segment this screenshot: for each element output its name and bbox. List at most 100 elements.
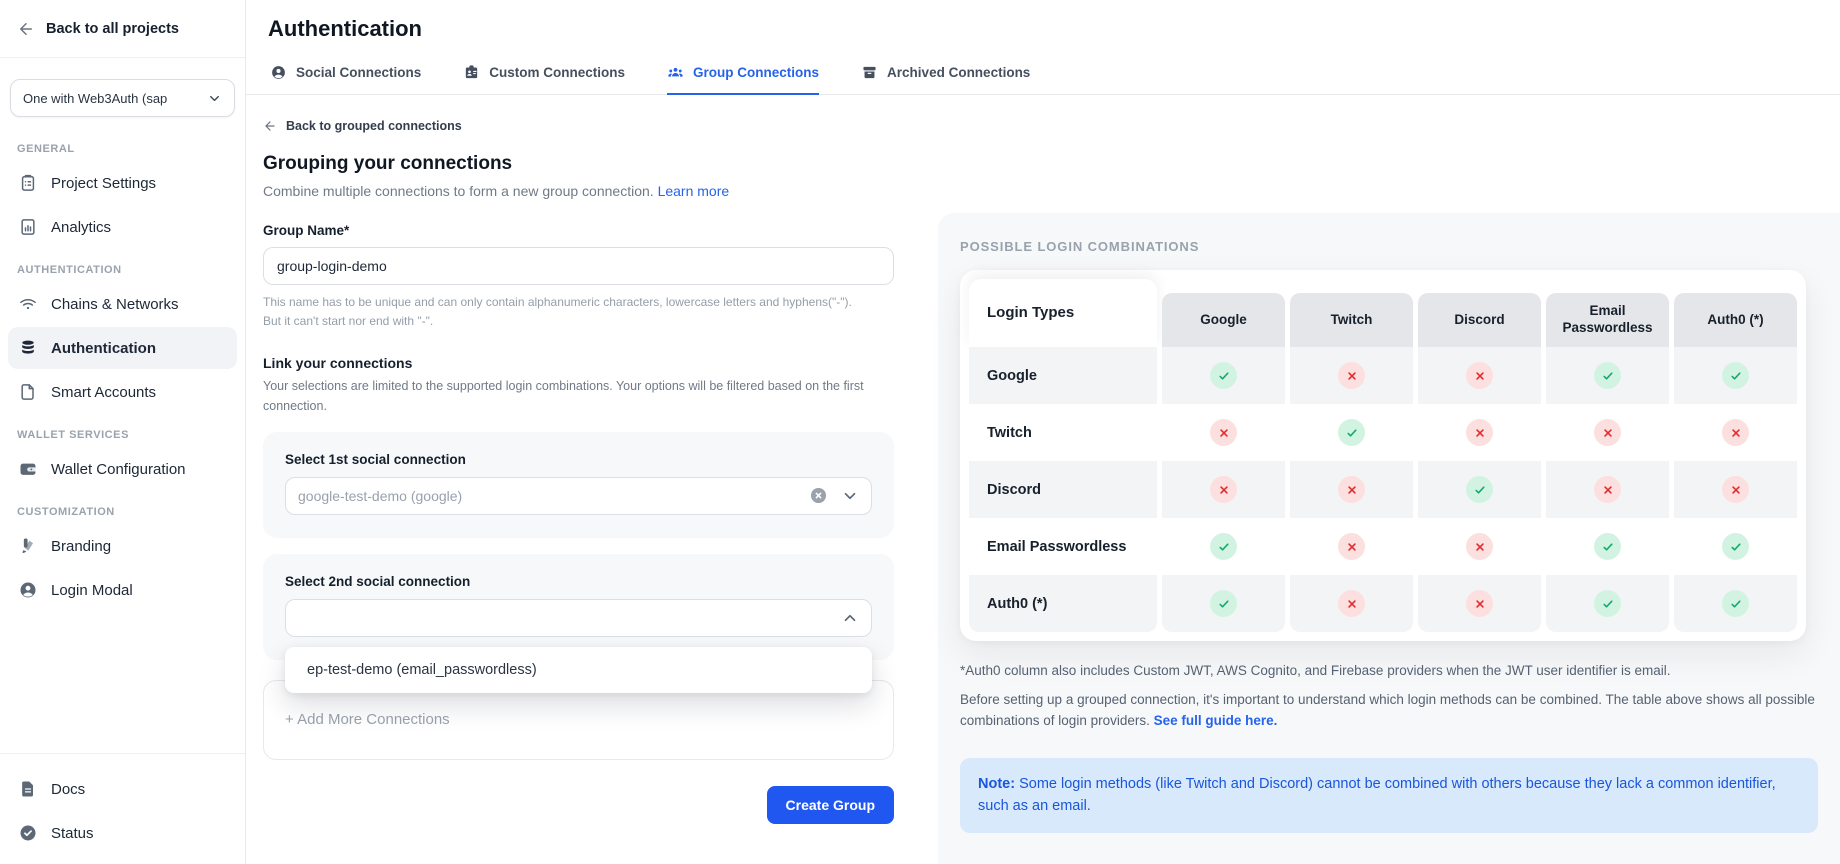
cross-icon [1729, 483, 1743, 497]
combo-cell [1418, 347, 1541, 404]
sidebar-section-authentication: AUTHENTICATIONChains & NetworksAuthentic… [8, 256, 237, 413]
check-badge [1594, 362, 1621, 389]
chevron-down-icon[interactable] [841, 487, 859, 505]
back-link-label: Back to grouped connections [286, 119, 462, 133]
back-to-projects-button[interactable]: Back to all projects [0, 0, 245, 58]
tab-custom-connections[interactable]: Custom Connections [463, 64, 625, 95]
select-1st-connection-label: Select 1st social connection [285, 452, 872, 467]
sidebar-item-label: Branding [51, 538, 111, 555]
content: Back to grouped connections Grouping you… [246, 95, 1840, 864]
back-to-grouped-connections-link[interactable]: Back to grouped connections [263, 119, 894, 133]
combinations-heading: POSSIBLE LOGIN COMBINATIONS [960, 239, 1818, 254]
grouping-heading: Grouping your connections [263, 153, 894, 175]
combinations-panel: POSSIBLE LOGIN COMBINATIONS Login TypesG… [938, 213, 1840, 864]
cross-badge [1722, 476, 1749, 503]
sidebar-item-chains-networks[interactable]: Chains & Networks [8, 283, 237, 325]
sidebar-item-analytics[interactable]: Analytics [8, 206, 237, 248]
combo-cell [1546, 575, 1669, 632]
cross-badge [1466, 590, 1493, 617]
sidebar-section-customization: CUSTOMIZATIONBrandingLogin Modal [8, 498, 237, 611]
link-connections-description: Your selections are limited to the suppo… [263, 377, 894, 416]
combinations-table: Login TypesGoogleTwitchDiscordEmail Pass… [969, 279, 1797, 632]
sidebar-sections: GENERALProject SettingsAnalyticsAUTHENTI… [0, 123, 245, 753]
tab-bar: Social Connections Custom Connections Grou… [246, 42, 1840, 95]
sidebar-item-label: Smart Accounts [51, 384, 156, 401]
sidebar-item-authentication[interactable]: Authentication [8, 327, 237, 369]
grouping-subheading: Combine multiple connections to form a n… [263, 183, 894, 199]
see-full-guide-link[interactable]: See full guide here. [1154, 713, 1278, 728]
user-circle-icon [270, 64, 287, 81]
combo-cell [1290, 404, 1413, 461]
sidebar-item-label: Analytics [51, 219, 111, 236]
check-badge [1722, 533, 1749, 560]
status-check-icon [18, 823, 38, 843]
tab-group-connections[interactable]: Group Connections [667, 64, 819, 95]
sidebar-footer: DocsStatus [0, 753, 245, 864]
auth0-footnote: *Auth0 column also includes Custom JWT, … [960, 663, 1818, 678]
combo-row-label-twitch: Twitch [969, 404, 1157, 461]
select-1st-connection[interactable]: google-test-demo (google) [285, 477, 872, 515]
grouping-subheading-text: Combine multiple connections to form a n… [263, 183, 654, 199]
group-name-input[interactable] [263, 247, 894, 285]
sidebar-section-label: AUTHENTICATION [8, 256, 237, 281]
analytics-chart-icon [18, 217, 38, 237]
link-connections-heading: Link your connections [263, 355, 894, 371]
second-connection-card: Select 2nd social connection ep-test-dem… [263, 554, 894, 660]
select-2nd-connection[interactable] [285, 599, 872, 637]
learn-more-link[interactable]: Learn more [658, 183, 730, 199]
sidebar-item-branding[interactable]: Branding [8, 525, 237, 567]
check-icon [1601, 540, 1615, 554]
sidebar-section-general: GENERALProject SettingsAnalytics [8, 135, 237, 248]
combo-cell [1546, 518, 1669, 575]
check-badge [1594, 590, 1621, 617]
tab-social-connections[interactable]: Social Connections [270, 64, 421, 95]
group-name-help-line2: But it can't start nor end with "-". [263, 312, 894, 331]
wallet-icon [18, 459, 38, 479]
check-icon [1729, 540, 1743, 554]
sidebar-item-label: Project Settings [51, 175, 156, 192]
cross-badge [1466, 362, 1493, 389]
cross-icon [1473, 426, 1487, 440]
check-badge [1210, 362, 1237, 389]
sidebar-footer-item-status[interactable]: Status [8, 812, 237, 854]
project-selector[interactable]: One with Web3Auth (sap [10, 79, 235, 117]
cross-badge [1210, 419, 1237, 446]
dropdown-option[interactable]: ep-test-demo (email_passwordless) [285, 647, 872, 693]
sidebar-section-wallet-services: WALLET SERVICESWallet Configuration [8, 421, 237, 490]
combo-cell [1674, 518, 1797, 575]
guide-footnote-text: Before setting up a grouped connection, … [960, 692, 1815, 728]
check-badge [1210, 533, 1237, 560]
smart-accounts-icon [18, 382, 38, 402]
combo-cell [1546, 347, 1669, 404]
cross-icon [1217, 426, 1231, 440]
combinations-card: Login TypesGoogleTwitchDiscordEmail Pass… [960, 270, 1806, 641]
cross-icon [1729, 426, 1743, 440]
cross-icon [1473, 540, 1487, 554]
sidebar-item-smart-accounts[interactable]: Smart Accounts [8, 371, 237, 413]
combo-cell [1162, 575, 1285, 632]
check-icon [1217, 597, 1231, 611]
sidebar-item-project-settings[interactable]: Project Settings [8, 162, 237, 204]
tab-label: Custom Connections [489, 65, 625, 80]
combo-cell [1674, 404, 1797, 461]
combo-header-login-types: Login Types [969, 279, 1157, 347]
combo-row-label-discord: Discord [969, 461, 1157, 518]
combo-cell [1162, 518, 1285, 575]
archive-box-icon [861, 64, 878, 81]
sidebar-footer-item-docs[interactable]: Docs [8, 768, 237, 810]
sidebar-item-wallet-configuration[interactable]: Wallet Configuration [8, 448, 237, 490]
cross-icon [1345, 540, 1359, 554]
group-users-icon [667, 64, 684, 81]
tab-archived-connections[interactable]: Archived Connections [861, 64, 1030, 95]
wifi-icon [18, 294, 38, 314]
chevron-up-icon[interactable] [841, 609, 859, 627]
sidebar-item-login-modal[interactable]: Login Modal [8, 569, 237, 611]
arrow-left-icon [17, 20, 35, 38]
clear-selection-icon[interactable] [809, 486, 828, 505]
cross-badge [1338, 533, 1365, 560]
cross-icon [1601, 426, 1615, 440]
create-group-button[interactable]: Create Group [767, 786, 894, 824]
tab-label: Group Connections [693, 65, 819, 80]
sidebar-item-label: Wallet Configuration [51, 461, 186, 478]
check-icon [1601, 369, 1615, 383]
